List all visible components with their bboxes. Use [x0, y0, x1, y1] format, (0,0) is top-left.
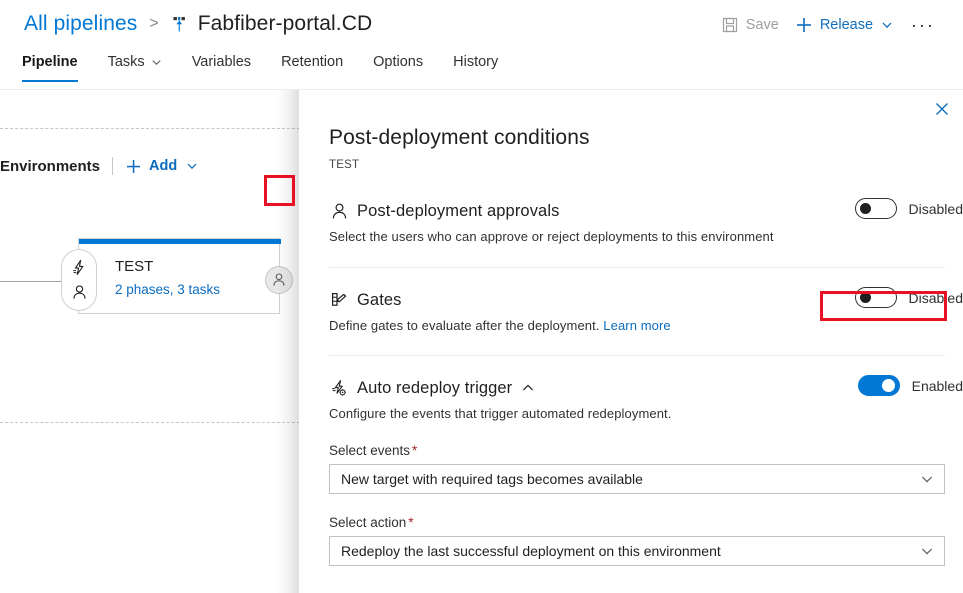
- post-deployment-conditions-panel: Post-deployment conditions TEST Post-dep…: [299, 90, 963, 593]
- field-select-action: Select action* Redeploy the last success…: [329, 515, 945, 566]
- field-label: Select events*: [329, 443, 945, 458]
- plus-icon: [125, 158, 142, 175]
- pre-deployment-conditions-strip: [61, 249, 97, 311]
- plus-icon: [795, 16, 813, 34]
- save-label: Save: [746, 17, 779, 33]
- required-marker: *: [408, 515, 413, 530]
- auto-redeploy-icon: [329, 378, 349, 398]
- section-description: Configure the events that trigger automa…: [329, 406, 945, 421]
- panel-title: Post-deployment conditions: [329, 126, 590, 150]
- tab-history-label: History: [453, 54, 498, 70]
- canvas-divider-bottom: [0, 422, 300, 423]
- toggle-state-label: Disabled: [909, 201, 963, 217]
- tab-retention-label: Retention: [281, 54, 343, 70]
- chevron-down-icon[interactable]: [881, 19, 893, 31]
- field-label: Select action*: [329, 515, 945, 530]
- section-header: Auto redeploy trigger: [329, 377, 945, 399]
- section-auto-redeploy-trigger: Auto redeploy trigger Configure the even…: [329, 377, 945, 421]
- toggle-state-label: Disabled: [909, 290, 963, 306]
- chevron-down-icon[interactable]: [920, 544, 934, 558]
- section-divider-2: [329, 355, 945, 356]
- section-title: Auto redeploy trigger: [357, 379, 512, 398]
- close-panel-button[interactable]: [926, 93, 958, 125]
- section-description: Select the users who can approve or reje…: [329, 229, 945, 244]
- section-header: Post-deployment approvals: [329, 200, 945, 222]
- toggle-knob: [860, 292, 871, 303]
- tab-pipeline-label: Pipeline: [22, 54, 78, 70]
- release-pipeline-icon: [170, 14, 190, 34]
- toggle-state-label: Enabled: [912, 378, 963, 394]
- select-events-dropdown[interactable]: New target with required tags becomes av…: [329, 464, 945, 494]
- more-actions-icon: ···: [911, 15, 935, 36]
- more-actions-button[interactable]: ···: [901, 9, 945, 41]
- tab-options-label: Options: [373, 54, 423, 70]
- save-button[interactable]: Save: [713, 9, 787, 41]
- post-deployment-approvals-toggle[interactable]: Disabled: [855, 198, 963, 219]
- section-header: Gates: [329, 289, 945, 311]
- chevron-down-icon[interactable]: [920, 472, 934, 486]
- environment-card-phases-link[interactable]: 2 phases, 3 tasks: [115, 282, 220, 297]
- command-bar: Save Release ···: [713, 8, 963, 42]
- environment-card-test[interactable]: TEST 2 phases, 3 tasks: [78, 238, 280, 314]
- tab-options[interactable]: Options: [373, 52, 423, 82]
- panel-edge-shadow: [277, 90, 299, 593]
- breadcrumb-all-pipelines-link[interactable]: All pipelines: [24, 12, 137, 36]
- section-divider-1: [329, 267, 945, 268]
- toggle-knob: [882, 379, 895, 392]
- toggle-knob: [860, 203, 871, 214]
- section-gates: Gates Define gates to evaluate after the…: [329, 289, 945, 333]
- tab-bar: Pipeline Tasks Variables Retention Optio…: [0, 52, 963, 90]
- auto-redeploy-trigger-toggle[interactable]: Enabled: [858, 375, 963, 396]
- lightning-bolt-icon[interactable]: [71, 259, 88, 276]
- tab-tasks-label: Tasks: [108, 54, 145, 70]
- breadcrumb-separator: >: [149, 15, 158, 33]
- tab-variables[interactable]: Variables: [192, 52, 251, 82]
- chevron-up-icon[interactable]: [521, 381, 535, 395]
- toggle-switch[interactable]: [858, 375, 900, 396]
- environments-label: Environments: [0, 158, 100, 175]
- select-events-value: New target with required tags becomes av…: [341, 471, 920, 487]
- section-description: Define gates to evaluate after the deplo…: [329, 318, 945, 333]
- section-post-deployment-approvals: Post-deployment approvals Select the use…: [329, 200, 945, 244]
- section-description-text: Define gates to evaluate after the deplo…: [329, 318, 600, 333]
- save-icon: [721, 16, 739, 34]
- release-pipeline-editor: All pipelines > Fabfiber-portal.CD Sa: [0, 0, 963, 593]
- pipeline-connector-line: [0, 281, 62, 282]
- tab-retention[interactable]: Retention: [281, 52, 343, 82]
- release-button[interactable]: Release: [787, 9, 901, 41]
- field-label-text: Select action: [329, 515, 406, 530]
- tab-tasks[interactable]: Tasks: [108, 52, 162, 82]
- environments-header: Environments Add: [0, 157, 198, 175]
- environment-card-name: TEST: [115, 258, 153, 275]
- learn-more-link[interactable]: Learn more: [603, 318, 670, 333]
- field-label-text: Select events: [329, 443, 410, 458]
- add-environment-button[interactable]: Add: [125, 158, 198, 175]
- page-title: Fabfiber-portal.CD: [198, 12, 373, 36]
- release-label: Release: [820, 17, 873, 33]
- chevron-down-icon[interactable]: [151, 57, 162, 68]
- header-divider: [112, 157, 113, 175]
- gates-toggle[interactable]: Disabled: [855, 287, 963, 308]
- person-icon[interactable]: [71, 284, 88, 301]
- tab-variables-label: Variables: [192, 54, 251, 70]
- toggle-switch[interactable]: [855, 198, 897, 219]
- tab-pipeline[interactable]: Pipeline: [22, 52, 78, 82]
- chevron-down-icon[interactable]: [186, 160, 198, 172]
- person-icon: [329, 201, 349, 221]
- section-title: Gates: [357, 291, 402, 310]
- select-action-dropdown[interactable]: Redeploy the last successful deployment …: [329, 536, 945, 566]
- environment-card-accent-bar: [79, 239, 281, 244]
- toggle-switch[interactable]: [855, 287, 897, 308]
- section-title: Post-deployment approvals: [357, 202, 559, 221]
- select-action-value: Redeploy the last successful deployment …: [341, 543, 920, 559]
- canvas-divider-top: [0, 128, 300, 129]
- close-icon: [935, 102, 949, 116]
- required-marker: *: [412, 443, 417, 458]
- gate-icon: [329, 290, 349, 310]
- tab-history[interactable]: History: [453, 52, 498, 82]
- panel-subtitle: TEST: [329, 159, 359, 171]
- add-environment-label: Add: [149, 158, 177, 174]
- field-select-events: Select events* New target with required …: [329, 443, 945, 494]
